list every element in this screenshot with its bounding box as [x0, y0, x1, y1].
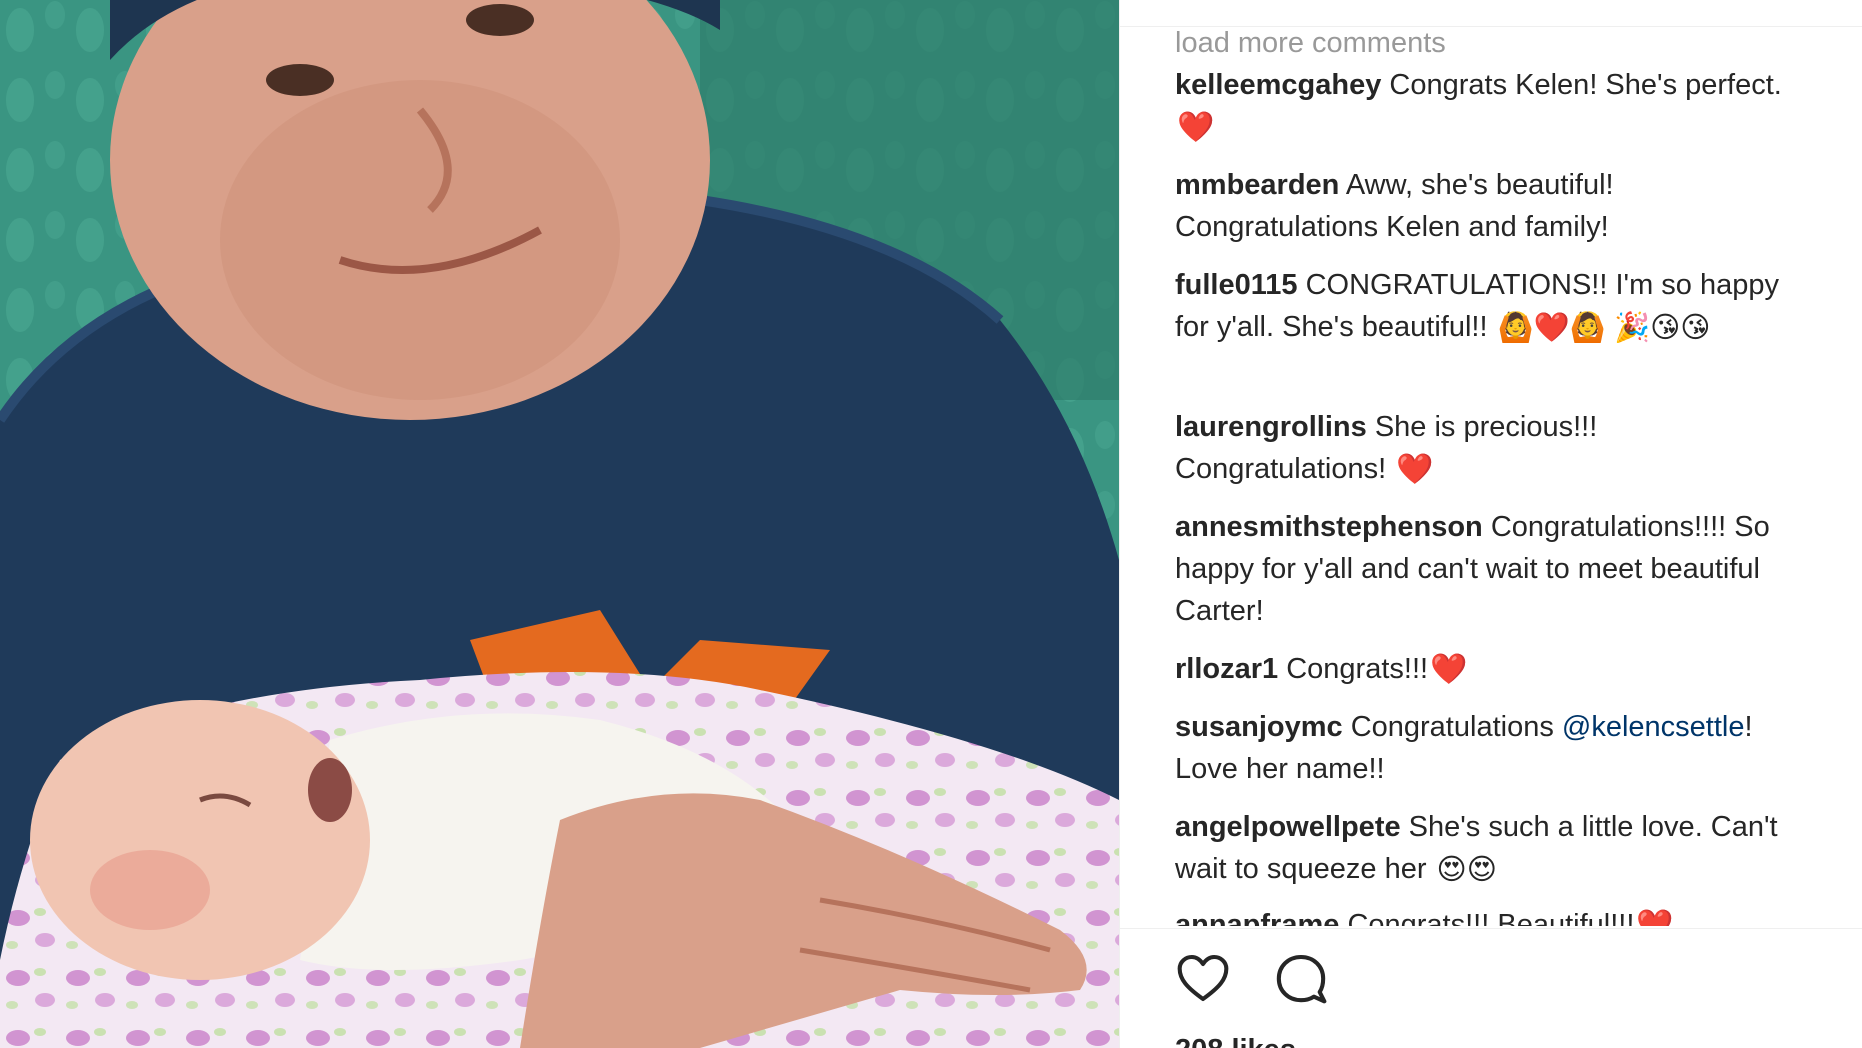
load-more-comments-link[interactable]: load more comments [1175, 28, 1446, 58]
actions-divider [1120, 928, 1862, 929]
comment-username[interactable]: annapframe [1175, 909, 1339, 926]
comment: rllozar1 Congrats!!!❤️ [1175, 648, 1815, 691]
mention-link[interactable]: @kelencsettle [1562, 711, 1745, 743]
comment-text: Congrats!!! [1278, 653, 1429, 685]
comment: angelpowellpete She's such a little love… [1175, 806, 1815, 891]
comment-text: Congratulations [1342, 711, 1562, 743]
heart-emoji-icon: ❤️ [1430, 653, 1468, 687]
comment-username[interactable]: angelpowellpete [1175, 811, 1401, 843]
comment-username[interactable]: rllozar1 [1175, 653, 1278, 685]
comment-username[interactable]: laurengrollins [1175, 411, 1367, 443]
comments-list[interactable]: load more comments kelleemcgahey Congrat… [1175, 26, 1815, 926]
comment: fulle0115 CONGRATULATIONS!! I'm so happy… [1175, 264, 1815, 349]
comment-button[interactable] [1273, 950, 1333, 1010]
likes-count[interactable]: 208 likes [1175, 1030, 1296, 1048]
comment: annesmithstephenson Congratulations!!!! … [1175, 506, 1815, 632]
comment-text: Congrats Kelen! She's perfect. [1381, 69, 1782, 101]
comment-username[interactable]: mmbearden [1175, 169, 1339, 201]
heart-eyes-emoji-icon: 😍😍 [1436, 854, 1498, 887]
comment: laurengrollins She is precious!!! Congra… [1175, 406, 1815, 491]
comment-username[interactable]: fulle0115 [1175, 269, 1298, 301]
heart-emoji-icon: ❤️ [1396, 453, 1434, 487]
speech-bubble-icon [1276, 954, 1327, 1004]
like-button[interactable] [1175, 950, 1235, 1010]
comment: annapframe Congrats!!! Beautiful!!!❤️ [1175, 904, 1815, 926]
comment-text: Congrats!!! Beautiful!!! [1339, 909, 1635, 926]
post-photo[interactable] [0, 0, 1119, 1048]
emoji-group-icon: 🙆❤️🙆 🎉😘😘 [1497, 312, 1711, 345]
comment-username[interactable]: annesmithstephenson [1175, 511, 1483, 543]
comment: susanjoymc Congratulations @kelencsettle… [1175, 706, 1815, 790]
comment: kelleemcgahey Congrats Kelen! She's perf… [1175, 64, 1815, 149]
heart-emoji-icon: ❤️ [1636, 909, 1674, 926]
heart-outline-icon [1177, 954, 1229, 1002]
comment: mmbearden Aww, she's beautiful! Congratu… [1175, 164, 1815, 248]
photo-illustration [0, 0, 1119, 1048]
header-divider [1120, 0, 1862, 27]
comment-username[interactable]: susanjoymc [1175, 711, 1343, 743]
comment-username[interactable]: kelleemcgahey [1175, 69, 1381, 101]
comments-panel: load more comments kelleemcgahey Congrat… [1120, 0, 1862, 1048]
heart-emoji-icon: ❤️ [1177, 111, 1215, 145]
